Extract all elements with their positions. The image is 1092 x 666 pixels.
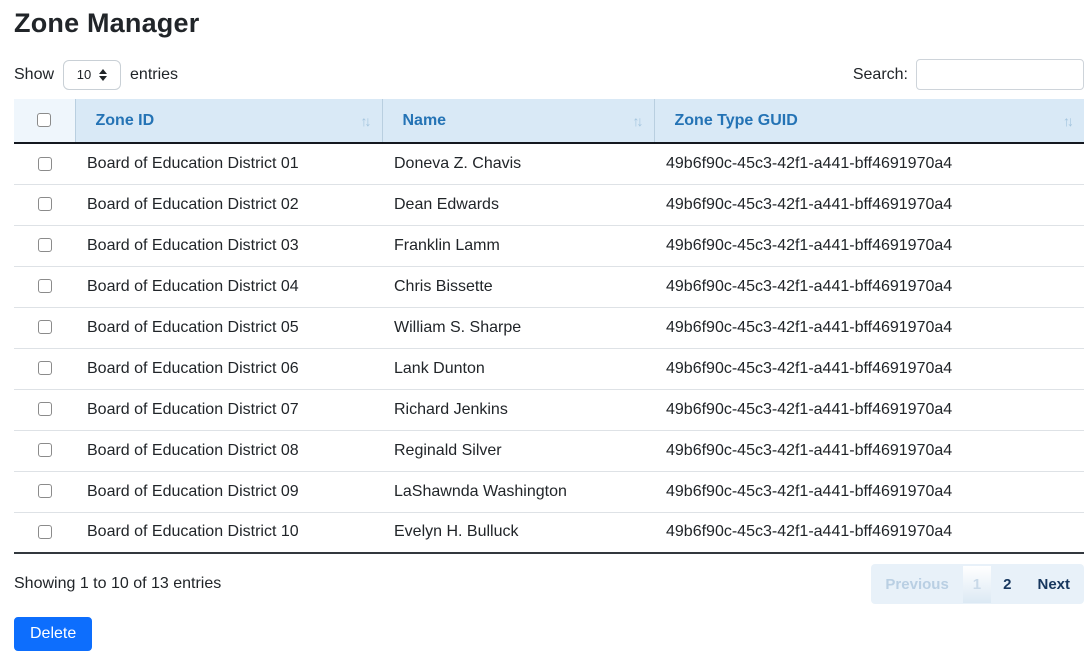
select-all-header-cell: [14, 99, 75, 143]
zone-id-cell: Board of Education District 01: [75, 143, 382, 184]
sort-icon: ↑↓: [1063, 113, 1074, 129]
zone-manager-page: Zone Manager Show 10 entries Search:: [0, 0, 1092, 651]
search-input[interactable]: [916, 59, 1084, 90]
row-checkbox-cell: [14, 266, 75, 307]
zone-id-cell: Board of Education District 03: [75, 225, 382, 266]
table-body: Board of Education District 01Doneva Z. …: [14, 143, 1084, 553]
zone-type-guid-cell: 49b6f90c-45c3-42f1-a441-bff4691970a4: [654, 348, 1084, 389]
name-cell: Dean Edwards: [382, 184, 654, 225]
name-cell: Doneva Z. Chavis: [382, 143, 654, 184]
search-control: Search:: [853, 59, 1084, 90]
zone-type-guid-cell: 49b6f90c-45c3-42f1-a441-bff4691970a4: [654, 512, 1084, 553]
pagination-page-1-button[interactable]: 1: [963, 566, 991, 603]
zone-type-guid-cell: 49b6f90c-45c3-42f1-a441-bff4691970a4: [654, 225, 1084, 266]
table-row: Board of Education District 06Lank Dunto…: [14, 348, 1084, 389]
row-checkbox[interactable]: [38, 402, 52, 416]
column-header-zone-id[interactable]: Zone ID ↑↓: [75, 99, 382, 143]
name-cell: Lank Dunton: [382, 348, 654, 389]
page-length-control: Show 10 entries: [14, 60, 178, 90]
table-row: Board of Education District 05William S.…: [14, 307, 1084, 348]
name-cell: William S. Sharpe: [382, 307, 654, 348]
row-checkbox[interactable]: [38, 157, 52, 171]
entries-label: entries: [130, 66, 178, 84]
table-row: Board of Education District 10Evelyn H. …: [14, 512, 1084, 553]
page-title: Zone Manager: [14, 8, 1084, 39]
table-row: Board of Education District 09LaShawnda …: [14, 471, 1084, 512]
row-checkbox[interactable]: [38, 279, 52, 293]
sort-icon: ↑↓: [633, 113, 644, 129]
row-checkbox-cell: [14, 307, 75, 348]
name-cell: Franklin Lamm: [382, 225, 654, 266]
delete-button[interactable]: Delete: [14, 617, 92, 651]
sort-icon: ↑↓: [361, 113, 372, 129]
table-row: Board of Education District 01Doneva Z. …: [14, 143, 1084, 184]
row-checkbox-cell: [14, 512, 75, 553]
row-checkbox-cell: [14, 471, 75, 512]
zone-id-cell: Board of Education District 08: [75, 430, 382, 471]
page-length-value: 10: [77, 67, 91, 82]
name-cell: LaShawnda Washington: [382, 471, 654, 512]
zone-type-guid-cell: 49b6f90c-45c3-42f1-a441-bff4691970a4: [654, 143, 1084, 184]
row-checkbox[interactable]: [38, 238, 52, 252]
zone-type-guid-cell: 49b6f90c-45c3-42f1-a441-bff4691970a4: [654, 184, 1084, 225]
table-row: Board of Education District 04Chris Biss…: [14, 266, 1084, 307]
row-checkbox[interactable]: [38, 443, 52, 457]
row-checkbox[interactable]: [38, 525, 52, 539]
zone-type-guid-cell: 49b6f90c-45c3-42f1-a441-bff4691970a4: [654, 471, 1084, 512]
zone-type-guid-cell: 49b6f90c-45c3-42f1-a441-bff4691970a4: [654, 266, 1084, 307]
pagination-previous-button[interactable]: Previous: [871, 566, 962, 603]
pagination-next-button[interactable]: Next: [1023, 566, 1084, 603]
table-row: Board of Education District 08Reginald S…: [14, 430, 1084, 471]
name-cell: Richard Jenkins: [382, 389, 654, 430]
column-header-name[interactable]: Name ↑↓: [382, 99, 654, 143]
name-cell: Reginald Silver: [382, 430, 654, 471]
zone-id-cell: Board of Education District 02: [75, 184, 382, 225]
zone-table: Zone ID ↑↓ Name ↑↓ Zone Type GUID ↑↓: [14, 99, 1084, 554]
pagination-page-2-button[interactable]: 2: [991, 566, 1023, 603]
column-header-zone-type-guid[interactable]: Zone Type GUID ↑↓: [654, 99, 1084, 143]
zone-type-guid-cell: 49b6f90c-45c3-42f1-a441-bff4691970a4: [654, 389, 1084, 430]
zone-id-cell: Board of Education District 05: [75, 307, 382, 348]
name-cell: Evelyn H. Bulluck: [382, 512, 654, 553]
table-header: Zone ID ↑↓ Name ↑↓ Zone Type GUID ↑↓: [14, 99, 1084, 143]
search-label: Search:: [853, 66, 908, 84]
zone-type-guid-cell: 49b6f90c-45c3-42f1-a441-bff4691970a4: [654, 430, 1084, 471]
name-cell: Chris Bissette: [382, 266, 654, 307]
zone-type-guid-cell: 49b6f90c-45c3-42f1-a441-bff4691970a4: [654, 307, 1084, 348]
table-row: Board of Education District 07Richard Je…: [14, 389, 1084, 430]
table-row: Board of Education District 02Dean Edwar…: [14, 184, 1084, 225]
column-label: Zone Type GUID: [675, 112, 1064, 130]
zone-id-cell: Board of Education District 07: [75, 389, 382, 430]
row-checkbox-cell: [14, 430, 75, 471]
table-controls: Show 10 entries Search:: [14, 59, 1084, 90]
row-checkbox[interactable]: [38, 361, 52, 375]
row-checkbox-cell: [14, 389, 75, 430]
row-checkbox-cell: [14, 348, 75, 389]
table-footer: Showing 1 to 10 of 13 entries Previous 1…: [14, 564, 1084, 604]
zone-id-cell: Board of Education District 06: [75, 348, 382, 389]
select-all-checkbox[interactable]: [37, 113, 51, 127]
entries-info: Showing 1 to 10 of 13 entries: [14, 575, 221, 593]
show-label: Show: [14, 66, 54, 84]
row-checkbox[interactable]: [38, 320, 52, 334]
column-label: Name: [403, 112, 633, 130]
page-length-select[interactable]: 10: [63, 60, 121, 90]
column-label: Zone ID: [96, 112, 361, 130]
row-checkbox-cell: [14, 225, 75, 266]
zone-id-cell: Board of Education District 04: [75, 266, 382, 307]
row-checkbox[interactable]: [38, 484, 52, 498]
row-checkbox-cell: [14, 143, 75, 184]
table-row: Board of Education District 03Franklin L…: [14, 225, 1084, 266]
select-updown-icon: [99, 69, 107, 81]
header-row: Zone ID ↑↓ Name ↑↓ Zone Type GUID ↑↓: [14, 99, 1084, 143]
row-checkbox[interactable]: [38, 197, 52, 211]
zone-id-cell: Board of Education District 09: [75, 471, 382, 512]
pagination: Previous 1 2 Next: [871, 564, 1084, 604]
row-checkbox-cell: [14, 184, 75, 225]
zone-id-cell: Board of Education District 10: [75, 512, 382, 553]
